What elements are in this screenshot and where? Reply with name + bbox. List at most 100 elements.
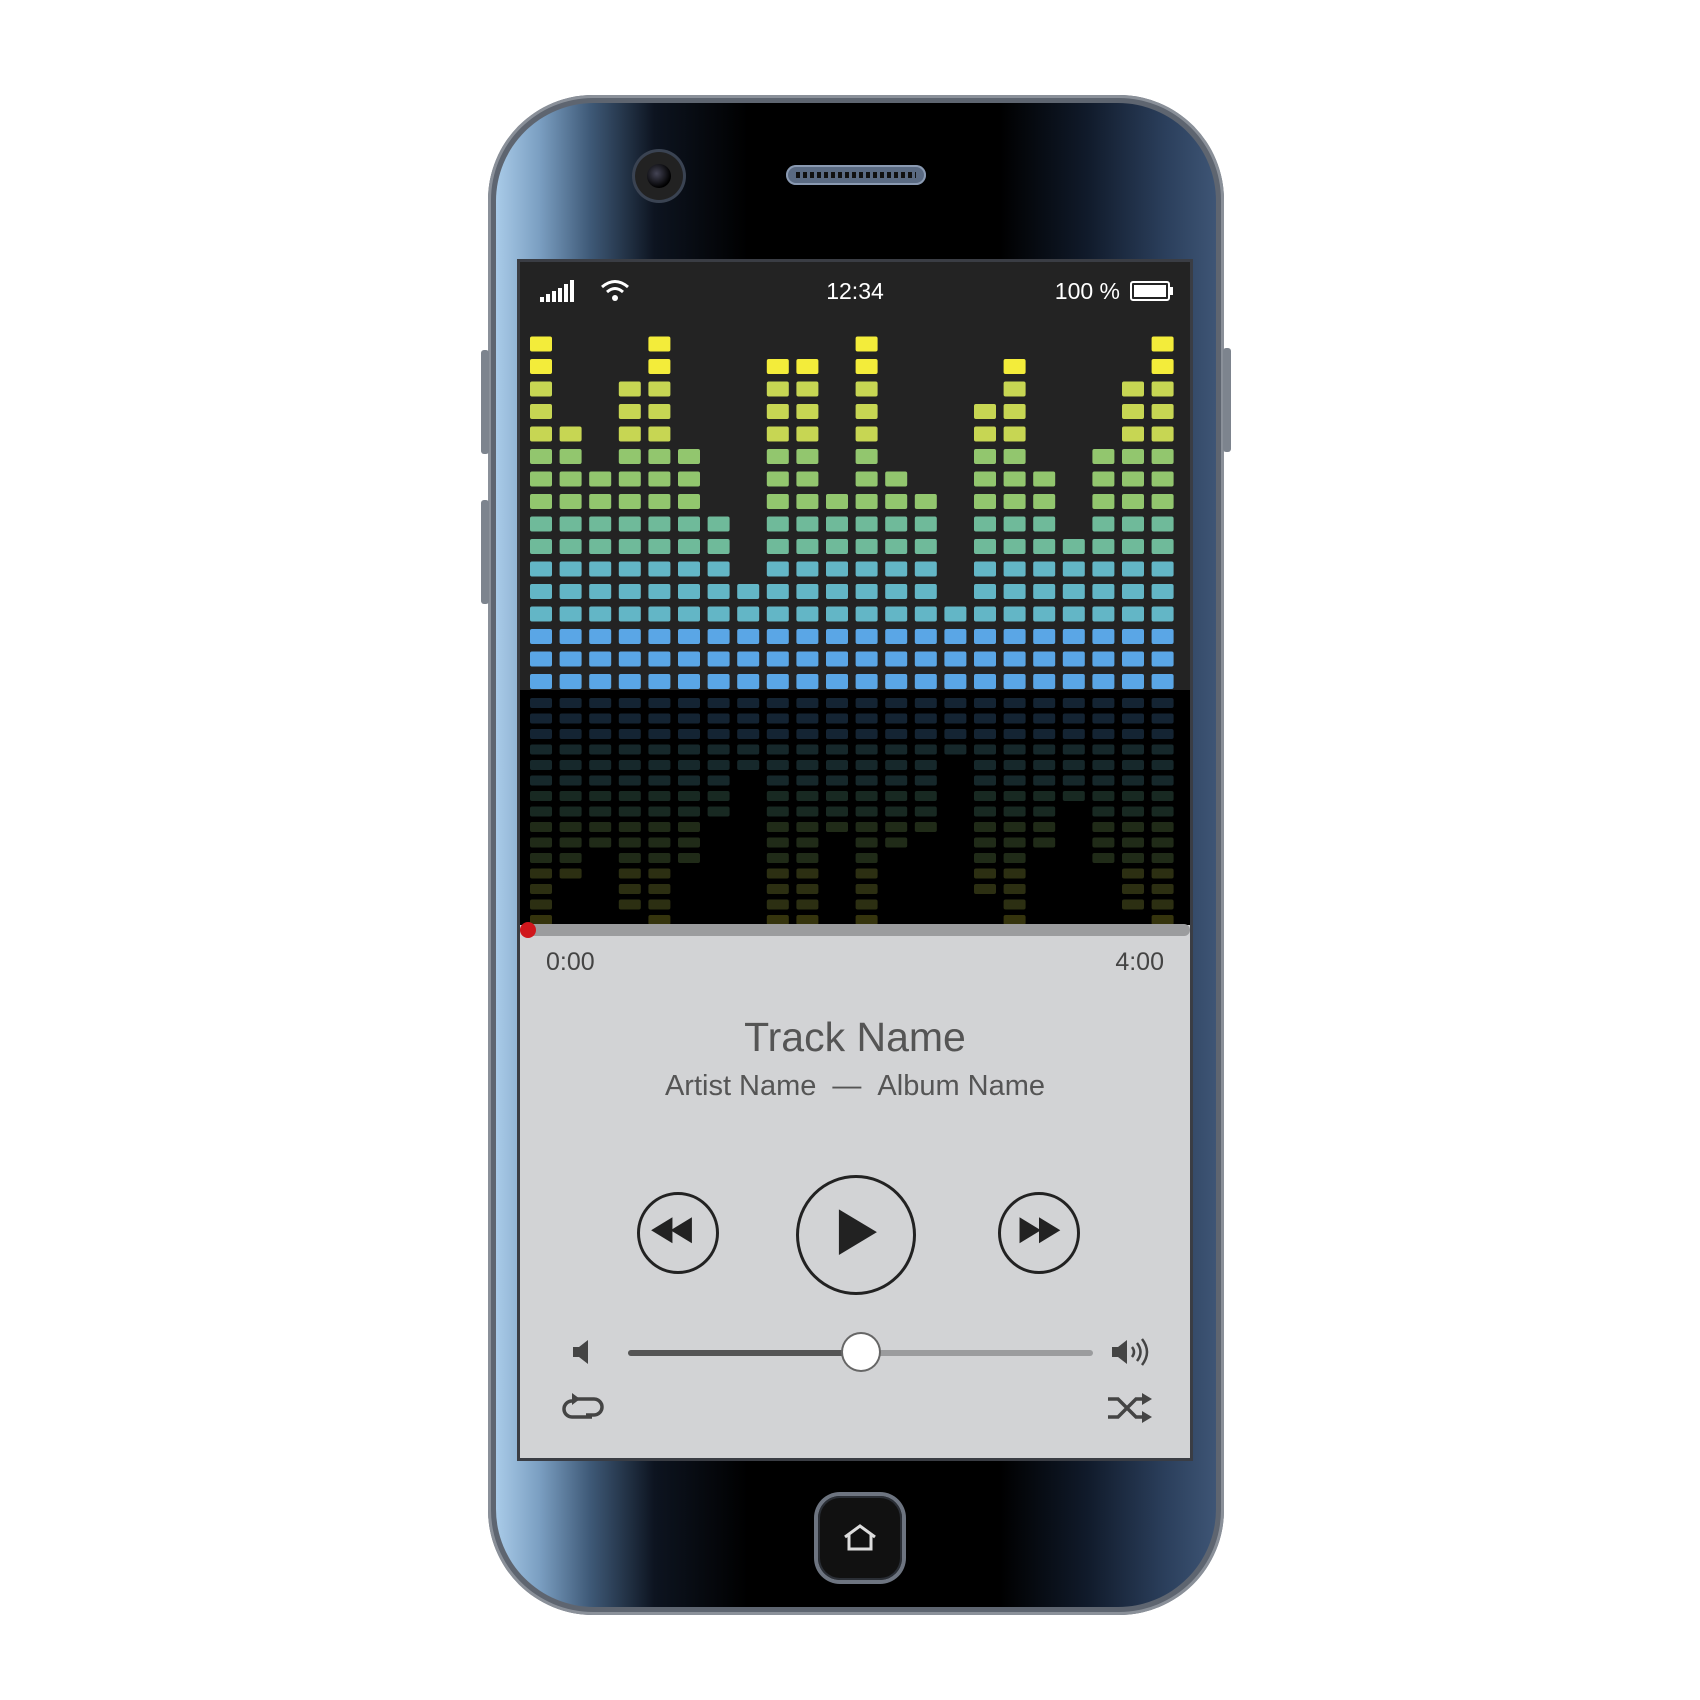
equalizer-segment bbox=[1092, 494, 1115, 509]
seek-bar[interactable] bbox=[520, 924, 1190, 936]
volume-up-hardware-button[interactable] bbox=[481, 350, 489, 454]
equalizer-segment bbox=[796, 584, 819, 599]
volume-low-icon[interactable] bbox=[570, 1336, 598, 1368]
equalizer-segment bbox=[974, 651, 996, 667]
equalizer-segment bbox=[707, 561, 730, 577]
equalizer-reflection-segment bbox=[1033, 806, 1056, 817]
equalizer-segment bbox=[1151, 584, 1174, 599]
equalizer-segment bbox=[1003, 381, 1026, 397]
equalizer-reflection-segment bbox=[648, 884, 671, 894]
equalizer-segment bbox=[589, 516, 612, 532]
equalizer-segment bbox=[1062, 674, 1085, 689]
volume-slider-knob[interactable] bbox=[842, 1334, 879, 1370]
equalizer-segment bbox=[530, 471, 552, 487]
equalizer-reflection-segment bbox=[618, 837, 641, 848]
equalizer-segment bbox=[530, 516, 552, 532]
equalizer-segment bbox=[885, 494, 908, 509]
equalizer-reflection-segment bbox=[678, 729, 700, 739]
equalizer-reflection-segment bbox=[766, 729, 789, 739]
play-button[interactable] bbox=[796, 1175, 916, 1295]
equalizer-reflection-segment bbox=[855, 760, 878, 770]
equalizer-segment bbox=[559, 584, 582, 599]
equalizer-reflection-segment bbox=[1003, 791, 1026, 801]
equalizer-reflection-segment bbox=[559, 822, 582, 832]
equalizer-segment bbox=[559, 471, 582, 487]
equalizer-segment bbox=[1003, 629, 1026, 644]
seek-bar-handle[interactable] bbox=[520, 922, 536, 938]
equalizer-reflection-segment bbox=[826, 806, 848, 817]
equalizer-segment bbox=[944, 606, 967, 622]
equalizer-reflection-segment bbox=[1062, 729, 1085, 739]
equalizer-segment bbox=[974, 606, 996, 622]
equalizer-reflection-segment bbox=[974, 822, 996, 832]
equalizer-reflection-segment bbox=[559, 868, 582, 879]
equalizer-reflection-segment bbox=[885, 791, 908, 801]
power-hardware-button[interactable] bbox=[1223, 348, 1231, 452]
visualizer-panel: 12:34 100 % bbox=[520, 262, 1190, 925]
equalizer-reflection-segment bbox=[559, 698, 582, 708]
equalizer-reflection-segment bbox=[678, 822, 700, 832]
equalizer-segment bbox=[618, 539, 641, 554]
equalizer-segment bbox=[855, 629, 878, 644]
equalizer-segment bbox=[648, 359, 671, 374]
equalizer-segment bbox=[530, 561, 552, 577]
equalizer-reflection-segment bbox=[707, 791, 730, 801]
equalizer-reflection-segment bbox=[1003, 822, 1026, 832]
equalizer-reflection-segment bbox=[766, 884, 789, 894]
equalizer-reflection-segment bbox=[1092, 713, 1115, 724]
equalizer-reflection-segment bbox=[796, 884, 819, 894]
equalizer-reflection-segment bbox=[530, 822, 552, 832]
equalizer-reflection-segment bbox=[1003, 806, 1026, 817]
repeat-icon[interactable] bbox=[560, 1390, 606, 1426]
equalizer-visualizer bbox=[530, 336, 1174, 925]
equalizer-reflection-segment bbox=[1151, 744, 1174, 755]
volume-high-icon[interactable] bbox=[1110, 1336, 1152, 1368]
equalizer-reflection-segment bbox=[796, 760, 819, 770]
equalizer-segment bbox=[1062, 561, 1085, 577]
equalizer-reflection-segment bbox=[589, 744, 612, 755]
equalizer-segment bbox=[914, 674, 937, 689]
equalizer-segment bbox=[855, 381, 878, 397]
equalizer-segment bbox=[1151, 651, 1174, 667]
equalizer-reflection-segment bbox=[648, 713, 671, 724]
equalizer-reflection-segment bbox=[796, 868, 819, 879]
equalizer-segment bbox=[1003, 584, 1026, 599]
equalizer-segment bbox=[974, 471, 996, 487]
equalizer-reflection-segment bbox=[559, 760, 582, 770]
equalizer-segment bbox=[1062, 539, 1085, 554]
equalizer-segment bbox=[766, 651, 789, 667]
equalizer-reflection-segment bbox=[974, 729, 996, 739]
equalizer-reflection-segment bbox=[974, 775, 996, 786]
equalizer-reflection-segment bbox=[678, 760, 700, 770]
equalizer-reflection-segment bbox=[1003, 698, 1026, 708]
equalizer-segment bbox=[648, 449, 671, 464]
home-button[interactable] bbox=[818, 1496, 902, 1580]
equalizer-reflection-segment bbox=[737, 744, 760, 755]
equalizer-reflection-segment bbox=[589, 698, 612, 708]
equalizer-segment bbox=[944, 651, 967, 667]
equalizer-segment bbox=[796, 516, 819, 532]
equalizer-reflection-segment bbox=[974, 806, 996, 817]
shuffle-icon[interactable] bbox=[1106, 1390, 1154, 1426]
equalizer-reflection-segment bbox=[737, 698, 760, 708]
equalizer-segment bbox=[1151, 674, 1174, 689]
volume-down-hardware-button[interactable] bbox=[481, 500, 489, 604]
rewind-button[interactable] bbox=[637, 1192, 719, 1274]
equalizer-reflection-segment bbox=[855, 853, 878, 863]
equalizer-segment bbox=[707, 651, 730, 667]
equalizer-segment bbox=[974, 516, 996, 532]
equalizer-segment bbox=[530, 404, 552, 419]
equalizer-reflection-segment bbox=[914, 806, 937, 817]
equalizer-segment bbox=[1151, 606, 1174, 622]
equalizer-reflection-segment bbox=[530, 899, 552, 910]
home-icon bbox=[844, 1524, 876, 1551]
equalizer-segment bbox=[648, 336, 671, 352]
equalizer-segment bbox=[530, 651, 552, 667]
equalizer-reflection-segment bbox=[1151, 899, 1174, 910]
equalizer-segment bbox=[766, 629, 789, 644]
equalizer-segment bbox=[1092, 674, 1115, 689]
equalizer-reflection-segment bbox=[974, 713, 996, 724]
equalizer-reflection-segment bbox=[885, 698, 908, 708]
equalizer-reflection-segment bbox=[678, 744, 700, 755]
fast-forward-button[interactable] bbox=[998, 1192, 1080, 1274]
